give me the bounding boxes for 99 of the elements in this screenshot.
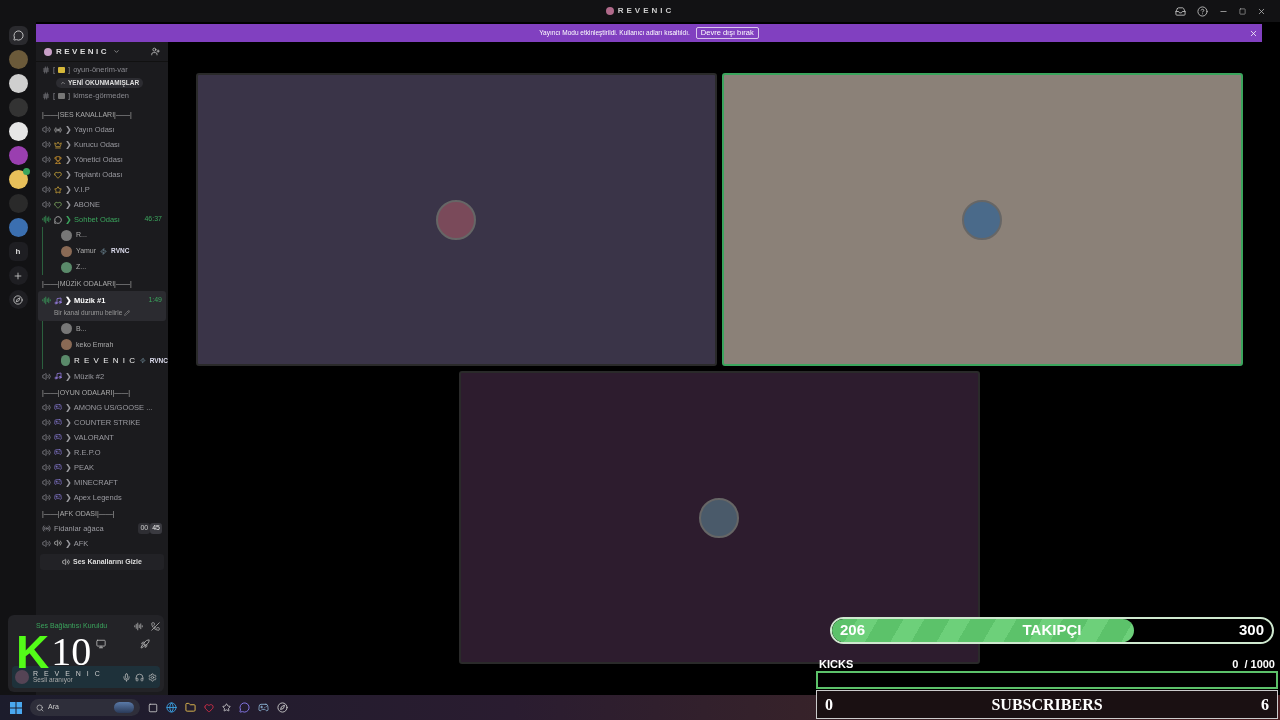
user-avatar [962, 199, 1002, 240]
add-icon[interactable] [13, 270, 23, 281]
subscriber-goal: 6 [1261, 694, 1269, 715]
video-tile[interactable] [195, 73, 717, 366]
emoji-icon [54, 433, 62, 442]
emoji-icon [54, 448, 62, 457]
chevron-icon [60, 79, 66, 86]
server-icon[interactable] [8, 170, 28, 189]
emoji-icon [58, 66, 66, 73]
activity-icon[interactable] [140, 639, 150, 649]
emoji-icon [54, 140, 62, 149]
search-icon [36, 703, 44, 712]
emoji-icon [54, 463, 62, 472]
game-launcher-icon[interactable] [258, 702, 269, 713]
noise-icon[interactable] [134, 621, 143, 631]
disconnect-icon[interactable] [151, 621, 160, 631]
widget-icon [114, 702, 134, 713]
speaker-icon [42, 462, 51, 472]
user-avatar [61, 261, 72, 273]
user-avatar [61, 339, 72, 351]
voice-active-icon [42, 215, 51, 224]
speaker-icon [42, 477, 51, 487]
edit-icon [124, 309, 131, 316]
goal-label: SUBSCRIBERS [991, 694, 1103, 715]
speaker-icon [42, 200, 51, 209]
inbox-icon[interactable] [1175, 5, 1186, 17]
chevron-icon [113, 48, 121, 55]
speaker-icon [42, 371, 51, 381]
bolt-icon [139, 357, 146, 365]
server-icon[interactable] [8, 122, 28, 141]
server-icon[interactable] [8, 74, 28, 93]
emoji-icon [54, 296, 62, 305]
emoji-icon [58, 92, 66, 99]
chat-app-icon[interactable] [239, 702, 250, 713]
speaker-icon [42, 402, 51, 412]
user-avatar [699, 497, 739, 538]
server-button[interactable]: h [8, 242, 28, 261]
microphone-icon[interactable] [122, 672, 131, 682]
user-avatar [61, 323, 72, 335]
emoji-icon [54, 185, 62, 194]
voice-active-icon [42, 296, 51, 305]
headphones-icon[interactable] [135, 672, 144, 682]
home-icon[interactable] [12, 30, 24, 41]
subscriber-count: 0 [825, 694, 833, 715]
emoji-icon [54, 170, 62, 179]
follower-count: 206 [840, 620, 866, 641]
speaker-icon [42, 140, 51, 149]
server-icon [44, 47, 52, 56]
help-icon[interactable] [1197, 5, 1208, 17]
user-avatar [436, 199, 476, 240]
speaker-icon [42, 492, 51, 502]
screen-share-icon[interactable] [96, 639, 106, 649]
user-avatar [61, 355, 71, 367]
emoji-icon [54, 539, 62, 548]
follower-goal: 300 [1238, 620, 1264, 641]
video-tile[interactable] [721, 73, 1243, 366]
close-icon[interactable] [1257, 6, 1266, 16]
app-icon[interactable] [277, 702, 288, 713]
invite-icon[interactable] [151, 47, 160, 56]
emoji-icon [54, 478, 62, 487]
goal-label: TAKIPÇI [1022, 620, 1082, 641]
hash-icon [42, 65, 50, 74]
browser-icon[interactable] [166, 702, 177, 713]
bolt-icon [100, 247, 108, 255]
speaker-icon [62, 557, 71, 566]
speaker-icon [42, 432, 51, 442]
user-name[interactable]: R E V E N I C [74, 354, 136, 367]
speaker-icon [42, 155, 51, 164]
close-icon[interactable] [1249, 28, 1258, 38]
speaker-icon [42, 185, 51, 194]
kick-logo: K [16, 632, 50, 672]
speaker-icon [42, 125, 51, 134]
settings-icon[interactable] [148, 672, 157, 682]
window-title: REVENIC [617, 5, 675, 17]
speaker-icon [42, 170, 51, 179]
follower-count: 10 [51, 632, 92, 672]
user-avatar [61, 245, 72, 257]
start-icon[interactable] [10, 701, 22, 714]
emoji-icon [54, 403, 62, 412]
speaker-icon [42, 447, 51, 457]
app-logo-icon [605, 7, 614, 15]
speaker-icon [42, 538, 51, 548]
stage-icon [42, 523, 51, 533]
server-name[interactable]: REVENIC [56, 45, 110, 58]
emoji-icon [54, 493, 62, 502]
maximize-icon[interactable] [1239, 7, 1246, 15]
unread-badge [22, 168, 30, 175]
kicks-count: 0 / 1000 [1232, 657, 1275, 671]
user-avatar [61, 229, 72, 241]
folder-icon[interactable] [185, 702, 196, 713]
emoji-icon [54, 418, 62, 427]
kicks-label: KICKS [819, 657, 854, 671]
speaker-icon [42, 417, 51, 427]
emoji-icon [54, 155, 62, 164]
hash-icon [42, 91, 50, 100]
task-view-icon[interactable] [148, 702, 158, 713]
compass-icon[interactable] [13, 294, 23, 305]
emoji-icon [54, 125, 62, 134]
emoji-icon [54, 372, 62, 381]
